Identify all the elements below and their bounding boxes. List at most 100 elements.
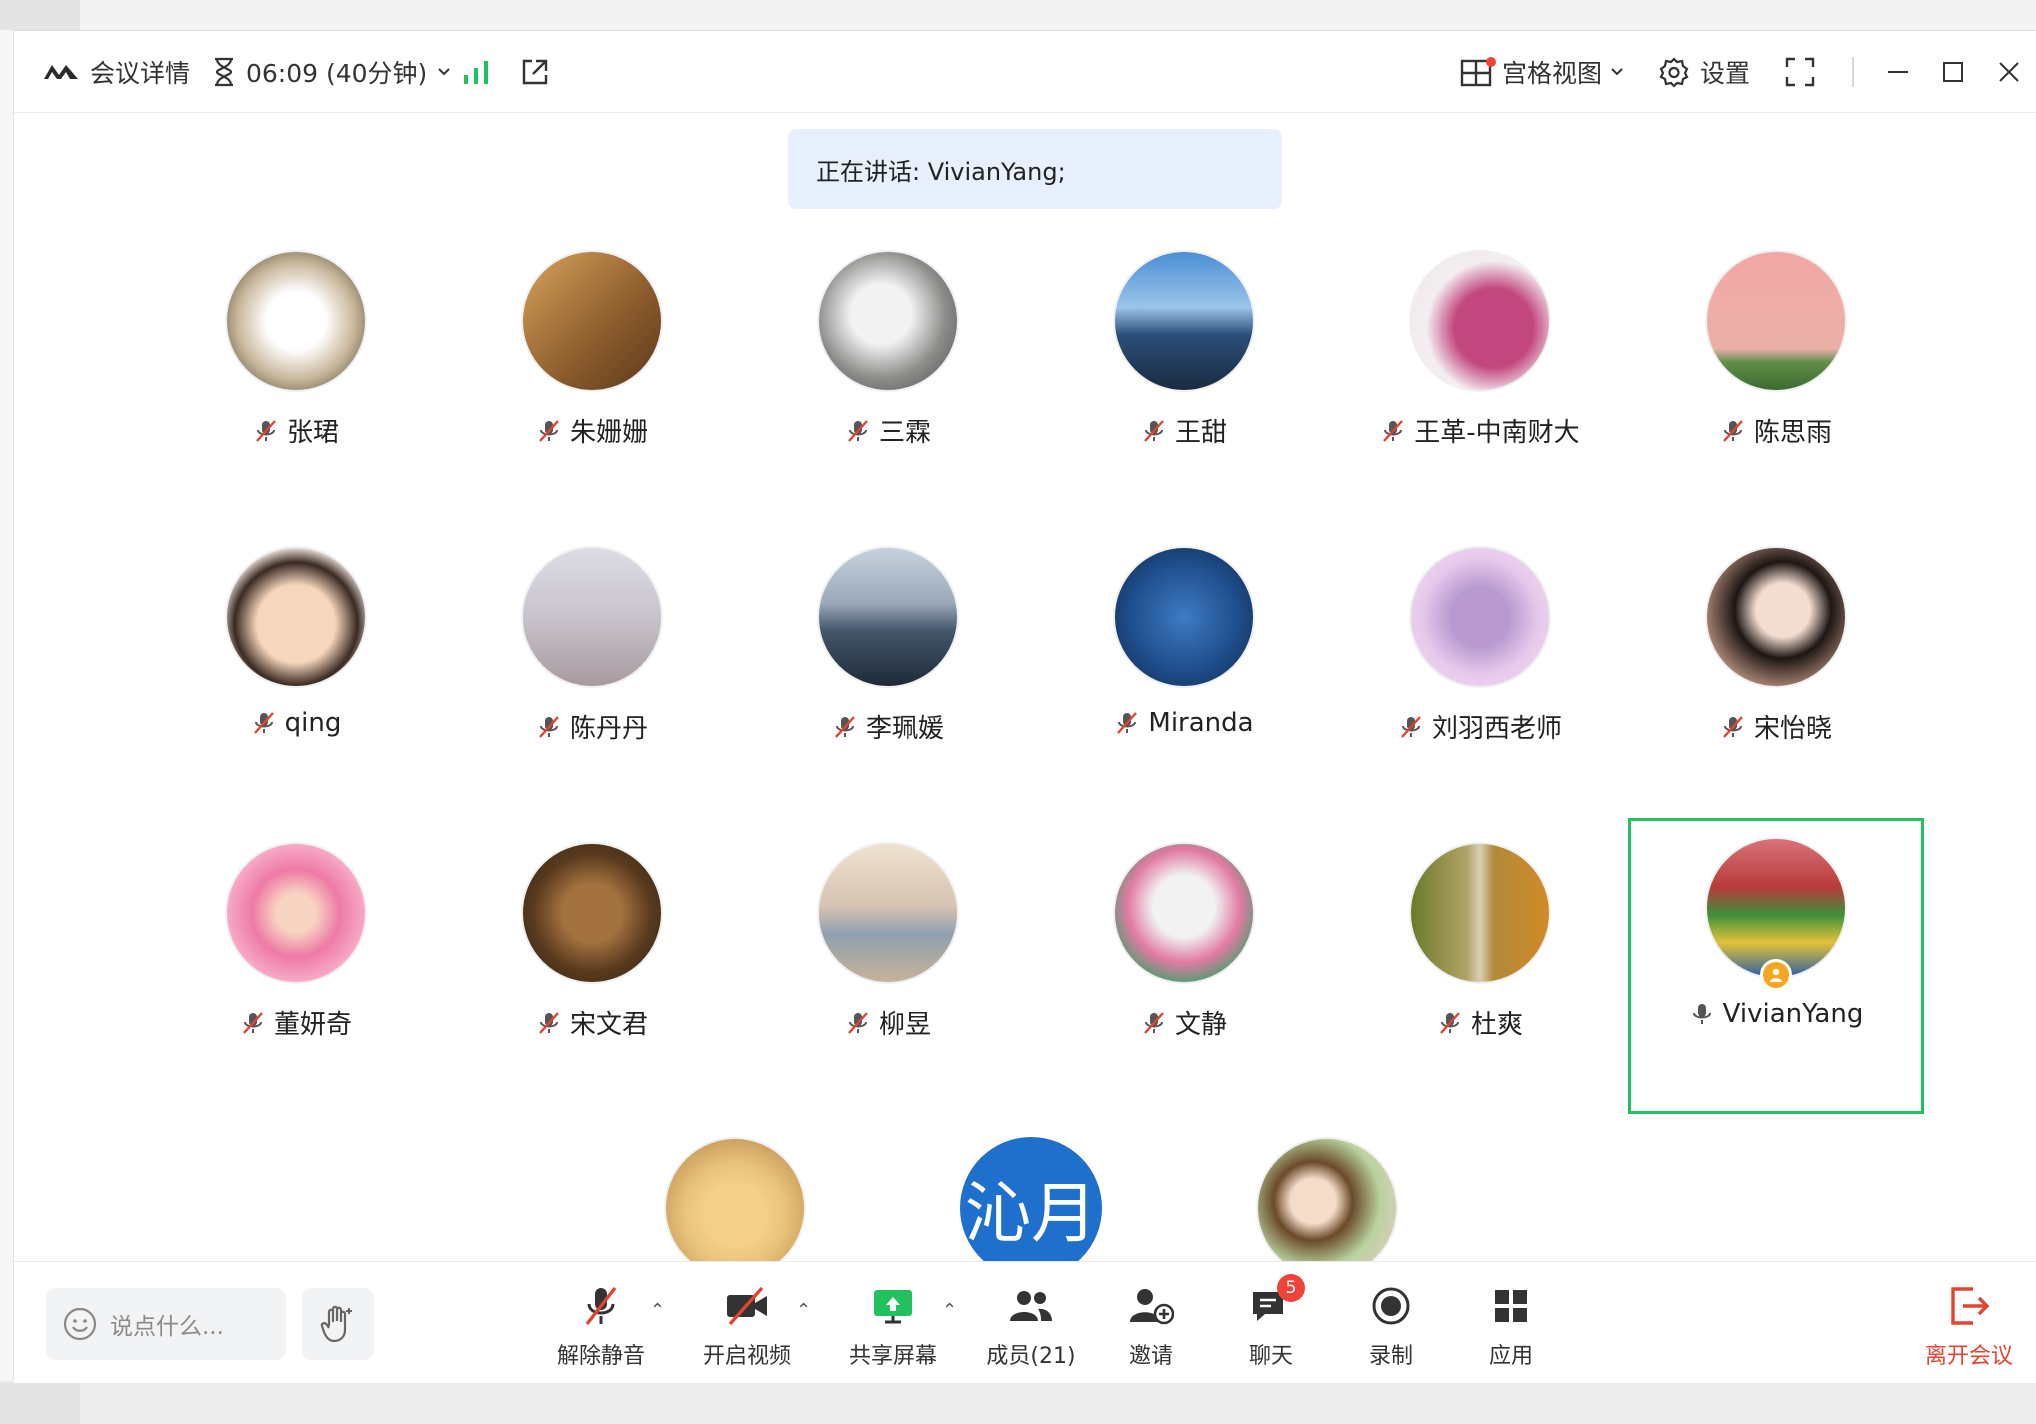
settings-label: 设置 — [1700, 59, 1751, 88]
participant-name: Miranda — [1148, 708, 1254, 738]
participant-name: 杜爽 — [1470, 1010, 1523, 1040]
participant-tile[interactable]: qing — [148, 530, 444, 826]
gallery-view-label: 宫格视图 — [1502, 59, 1603, 88]
avatar — [521, 842, 663, 984]
chevron-up-icon[interactable]: ⌃ — [796, 1300, 811, 1321]
meeting-logo-icon — [44, 65, 78, 79]
participant-name: 文静 — [1174, 1010, 1227, 1040]
raise-hand-button[interactable] — [302, 1288, 374, 1360]
avatar — [1113, 842, 1255, 984]
participant-tile[interactable]: 王革-中南财大 — [1332, 234, 1628, 530]
maximize-icon — [1943, 62, 1963, 82]
avatar — [225, 250, 367, 392]
participant-tile[interactable]: 王甜 — [1036, 234, 1332, 530]
participant-name: 宋怡晓 — [1753, 714, 1832, 744]
participant-tile[interactable]: Miranda — [1036, 530, 1332, 826]
meeting-toolbar: 说点什么... 解除静音 ⌃ 开启视频 ⌃ 共享屏幕 ⌃ 成员(21) 邀请 5… — [14, 1261, 2036, 1383]
chevron-down-icon — [438, 68, 451, 76]
apps-button[interactable]: 应用 — [1456, 1282, 1566, 1370]
chat-label: 聊天 — [1248, 1344, 1293, 1369]
participant-tile[interactable]: 文静 — [1036, 826, 1332, 1122]
network-signal-icon[interactable] — [462, 31, 490, 113]
share-screen-label: 共享屏幕 — [848, 1344, 937, 1369]
close-icon — [1999, 62, 2019, 82]
participant-tile[interactable]: 陈丹丹 — [444, 530, 740, 826]
leave-label: 离开会议 — [1924, 1344, 2013, 1369]
avatar — [1256, 1137, 1398, 1261]
participant-tile[interactable]: 董妍奇 — [148, 826, 444, 1122]
chevron-up-icon[interactable]: ⌃ — [650, 1300, 665, 1321]
leave-meeting-button[interactable]: 离开会议 — [1914, 1282, 2024, 1370]
title-bar: 会议详情 06:09 (40分钟) 宫格视图 设置 — [14, 31, 2036, 113]
participant-tile[interactable]: 柳昱 — [740, 826, 1036, 1122]
video-off-icon — [727, 1286, 767, 1326]
gear-icon — [1659, 57, 1689, 88]
fullscreen-icon[interactable] — [1784, 31, 1816, 113]
minimize-icon — [1888, 71, 1908, 73]
chevron-up-icon[interactable]: ⌃ — [942, 1300, 957, 1321]
desktop-left-strip — [0, 30, 14, 1380]
participant-tile[interactable]: 三霖 — [740, 234, 1036, 530]
participant-name: 刘羽西老师 — [1431, 714, 1562, 744]
record-button[interactable]: 录制 — [1336, 1282, 1446, 1370]
start-video-button[interactable]: 开启视频 — [692, 1282, 802, 1370]
desktop-bottom-strip — [0, 1382, 2036, 1424]
mic-muted-icon — [1144, 1011, 1164, 1034]
members-button[interactable]: 成员(21) — [976, 1282, 1086, 1370]
hourglass-icon — [215, 57, 233, 87]
mic-muted-icon — [1440, 1011, 1460, 1034]
avatar — [225, 842, 367, 984]
meeting-timer[interactable]: 06:09 (40分钟) — [212, 31, 451, 113]
record-icon — [1372, 1287, 1410, 1325]
invite-label: 邀请 — [1128, 1344, 1173, 1369]
maximize-button[interactable] — [1942, 31, 1964, 113]
participant-name: qing — [284, 708, 342, 738]
participant-tile[interactable]: 刘羽西老师 — [1332, 530, 1628, 826]
avatar — [1113, 546, 1255, 688]
participant-tile[interactable]: 陈思雨 — [1628, 234, 1924, 530]
timer-label: 06:09 (40分钟) — [246, 59, 428, 88]
quick-chat-input[interactable]: 说点什么... — [46, 1288, 286, 1360]
mic-muted-icon — [1723, 419, 1743, 442]
mic-icon — [1692, 1004, 1711, 1024]
avatar — [1705, 837, 1847, 979]
mic-muted-icon — [848, 1011, 868, 1034]
avatar — [1705, 250, 1847, 392]
settings-button[interactable]: 设置 — [1658, 31, 1750, 113]
participant-name: 李珮媛 — [865, 714, 944, 744]
participant-tile-partial[interactable] — [1256, 1131, 1398, 1261]
avatar — [1409, 546, 1551, 688]
participant-tile[interactable]: 张珺 — [148, 234, 444, 530]
mic-muted-icon — [585, 1286, 617, 1326]
participant-name: 柳昱 — [878, 1010, 931, 1040]
emoji-icon — [63, 1307, 97, 1341]
minimize-button[interactable] — [1886, 31, 1910, 113]
participant-tile-active-speaker[interactable]: VivianYang — [1628, 818, 1924, 1114]
avatar — [817, 546, 959, 688]
participant-tile[interactable]: 宋文君 — [444, 826, 740, 1122]
leave-icon — [1951, 1287, 1990, 1325]
participant-tile[interactable]: 朱姗姗 — [444, 234, 740, 530]
avatar — [225, 546, 367, 688]
invite-button[interactable]: 邀请 — [1096, 1282, 1206, 1370]
mic-muted-icon — [243, 1011, 263, 1034]
participant-tile-partial[interactable]: 沁月 — [960, 1131, 1102, 1261]
avatar — [521, 546, 663, 688]
participant-tile-partial[interactable] — [664, 1131, 806, 1261]
share-screen-button[interactable]: 共享屏幕 — [838, 1282, 948, 1370]
participant-tile[interactable]: 杜爽 — [1332, 826, 1628, 1122]
close-button[interactable] — [1998, 31, 2020, 113]
participant-name: 三霖 — [878, 418, 931, 448]
gallery-view-button[interactable]: 宫格视图 — [1460, 31, 1624, 113]
chat-button[interactable]: 5 聊天 — [1216, 1274, 1326, 1370]
external-link-icon[interactable] — [520, 31, 550, 113]
apps-grid-icon — [1495, 1290, 1527, 1322]
participant-name: 王甜 — [1174, 418, 1227, 448]
mic-muted-icon — [256, 419, 276, 442]
participant-tile[interactable]: 李珮媛 — [740, 530, 1036, 826]
mic-muted-icon — [539, 715, 559, 738]
meeting-details-button[interactable]: 会议详情 — [42, 31, 190, 113]
unmute-button[interactable]: 解除静音 — [546, 1282, 656, 1370]
participant-name: 王革-中南财大 — [1414, 418, 1580, 448]
participant-tile[interactable]: 宋怡晓 — [1628, 530, 1924, 826]
